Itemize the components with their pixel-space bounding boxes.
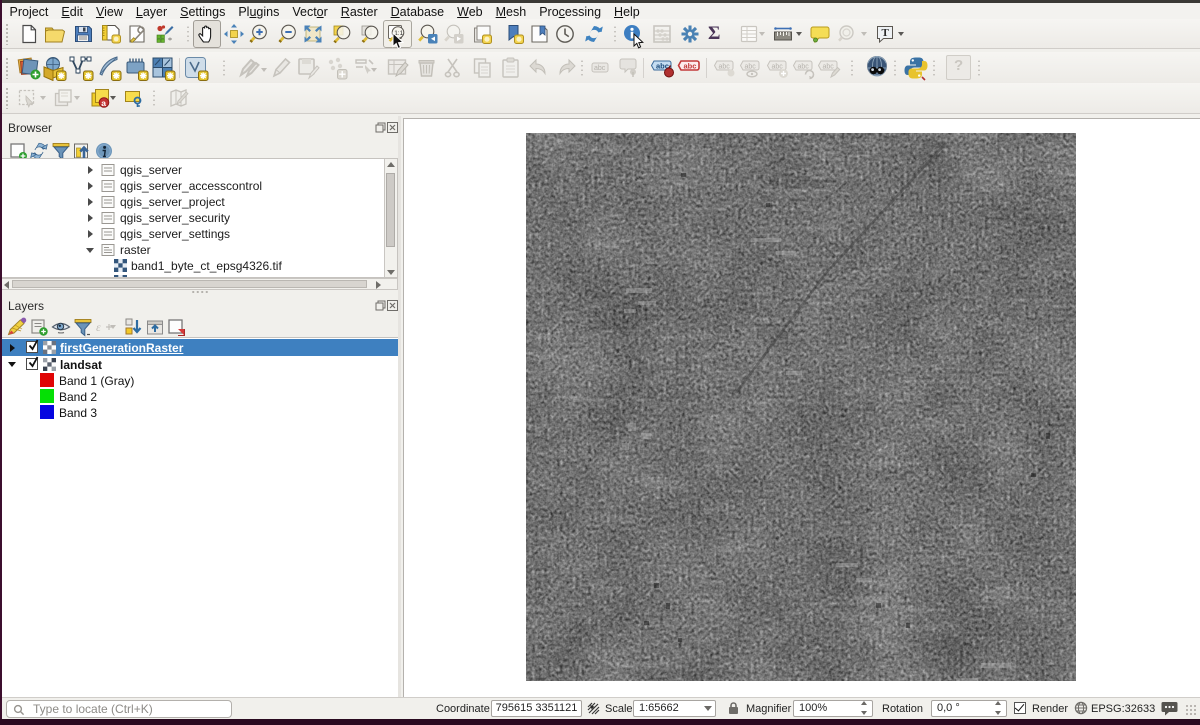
svg-text:ε: ε — [96, 320, 101, 334]
svg-text:abc: abc — [719, 64, 731, 71]
svg-text:abc: abc — [823, 64, 835, 71]
svg-text:a: a — [101, 98, 106, 108]
svg-text:abc: abc — [594, 65, 606, 72]
svg-text:abc: abc — [684, 62, 697, 71]
svg-text:abc: abc — [798, 64, 810, 71]
svg-text:abc: abc — [745, 64, 757, 71]
svg-text:T: T — [882, 27, 890, 39]
svg-text:abc: abc — [772, 64, 784, 71]
